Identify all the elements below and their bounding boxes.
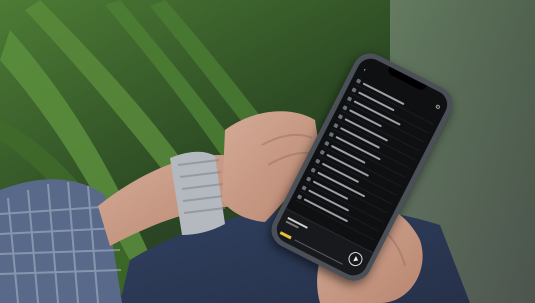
file-icon — [333, 122, 339, 128]
background-photo — [0, 0, 535, 303]
file-icon — [328, 131, 335, 137]
now-playing-info — [285, 216, 308, 232]
file-icon — [356, 77, 362, 84]
file-icon — [351, 86, 358, 93]
file-icon — [342, 104, 348, 111]
gear-icon[interactable]: ⚙ — [434, 103, 442, 112]
photo-scene: ‹ ⚙ — [0, 0, 535, 303]
file-icon — [315, 158, 321, 164]
file-icon — [306, 175, 312, 182]
file-icon — [347, 95, 353, 102]
file-icon — [324, 140, 330, 146]
file-icon — [338, 113, 344, 119]
file-icon — [301, 184, 308, 191]
chevron-left-icon[interactable]: ‹ — [362, 66, 367, 73]
file-icon — [297, 193, 303, 200]
accent-badge — [279, 231, 292, 240]
file-icon — [310, 167, 317, 173]
play-icon[interactable] — [346, 249, 365, 269]
file-icon — [319, 149, 326, 155]
